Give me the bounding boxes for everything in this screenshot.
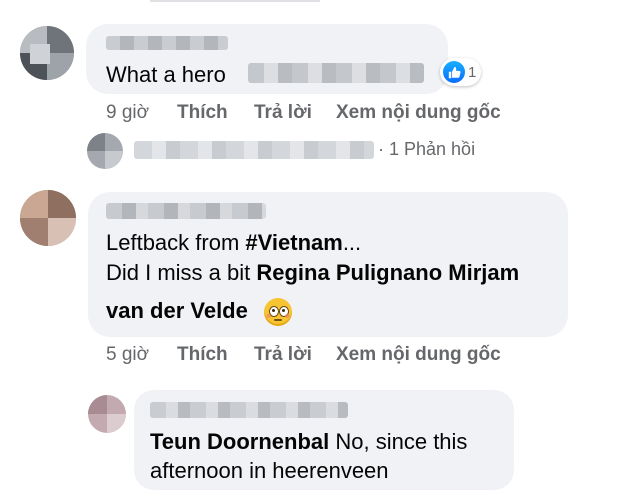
like-reaction-icon: [443, 61, 465, 83]
comment-timestamp[interactable]: 9 giờ: [106, 102, 149, 124]
commenter-name-redacted[interactable]: [106, 203, 266, 219]
reply-text-line2: afternoon in heerenveen: [150, 458, 389, 483]
reaction-summary[interactable]: 1: [440, 58, 482, 86]
like-link[interactable]: Thích: [177, 102, 228, 124]
comment-actions: 5 giờ Thích Trả lời Xem nội dung gốc: [106, 344, 586, 368]
replier-name-redacted[interactable]: [150, 402, 348, 418]
flushed-face-emoji-icon: [264, 298, 292, 326]
mention-link-2b[interactable]: van der Velde: [106, 293, 248, 329]
top-edge-line: [150, 0, 320, 2]
mention-redacted[interactable]: [248, 63, 424, 83]
replier-name-redacted[interactable]: [134, 141, 374, 159]
mention-link[interactable]: Teun Doornenbal: [150, 429, 329, 454]
mention-link[interactable]: Regina Pulignano: [256, 260, 442, 285]
avatar[interactable]: [20, 26, 74, 80]
like-link[interactable]: Thích: [177, 344, 228, 366]
comment-text-line2: Did I miss a bit Regina Pulignano Mirjam: [106, 260, 520, 285]
reply-link[interactable]: Trả lời: [254, 344, 312, 366]
reply-avatar[interactable]: [88, 395, 126, 433]
comment-text: What a hero: [106, 62, 226, 87]
hashtag-link[interactable]: #Vietnam: [245, 230, 342, 255]
view-replies-link[interactable]: · 1 Phản hồi: [378, 139, 475, 160]
mention-link-2a[interactable]: Mirjam: [448, 260, 519, 285]
avatar[interactable]: [20, 190, 76, 246]
see-original-link[interactable]: Xem nội dung gốc: [336, 344, 501, 366]
comment-timestamp[interactable]: 5 giờ: [106, 344, 149, 366]
reply-avatar[interactable]: [87, 133, 123, 169]
commenter-name-redacted[interactable]: [106, 36, 228, 50]
reaction-count: 1: [468, 63, 477, 81]
reply-link[interactable]: Trả lời: [254, 102, 312, 124]
comment-actions: 9 giờ Thích Trả lời Xem nội dung gốc: [106, 102, 586, 126]
see-original-link[interactable]: Xem nội dung gốc: [336, 102, 501, 124]
